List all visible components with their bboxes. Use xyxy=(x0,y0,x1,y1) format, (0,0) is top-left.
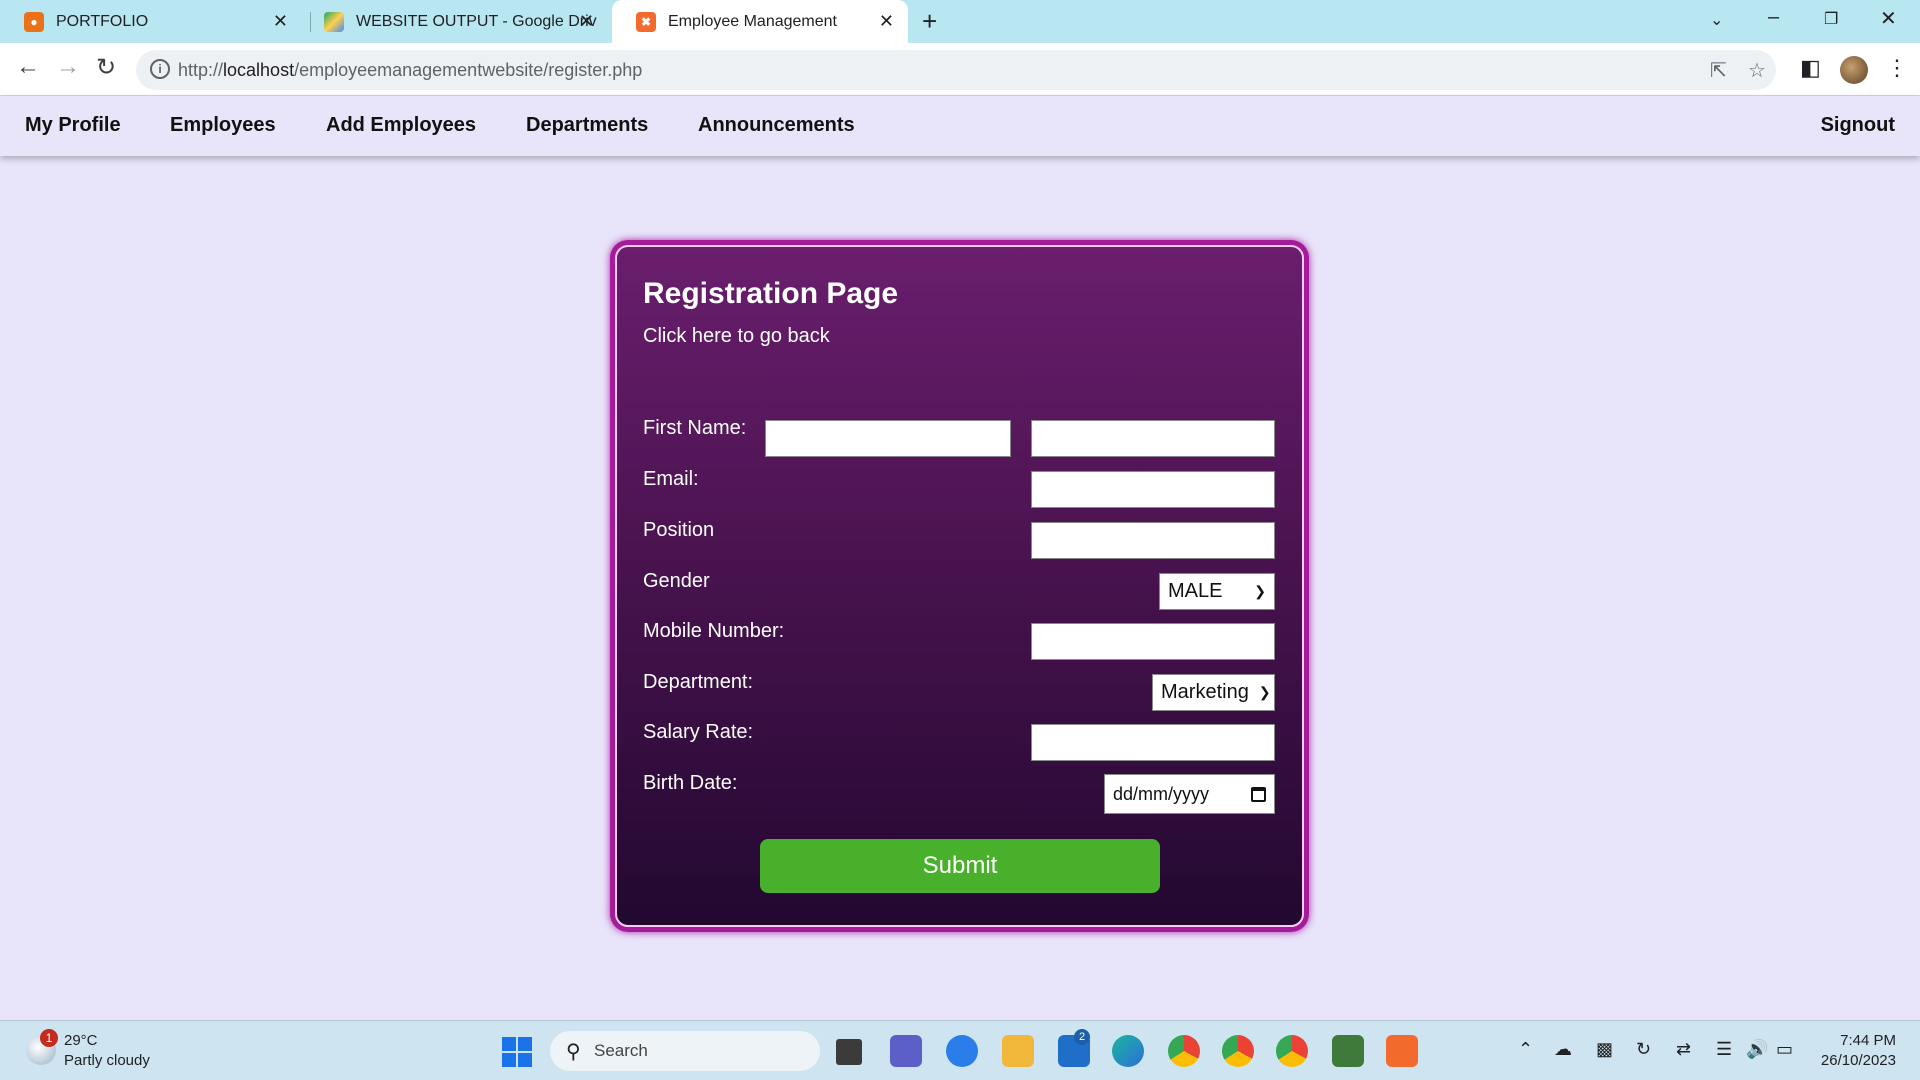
site-info-icon[interactable]: i xyxy=(150,59,170,79)
battery-icon[interactable]: ▭ xyxy=(1776,1039,1793,1060)
chrome-profile-2-icon[interactable] xyxy=(1222,1035,1254,1067)
close-tab-icon[interactable]: ✕ xyxy=(273,11,288,32)
nav-add-employees[interactable]: Add Employees xyxy=(326,114,476,137)
xampp-favicon-icon: ✖ xyxy=(636,11,656,32)
minimize-button[interactable]: – xyxy=(1768,6,1779,29)
chrome-profile-1-icon[interactable] xyxy=(1168,1035,1200,1067)
forward-button[interactable]: → xyxy=(56,53,80,81)
tab-title: WEBSITE OUTPUT - Google Driv xyxy=(356,12,597,30)
gender-selected-value: MALE xyxy=(1168,580,1223,602)
profile-avatar[interactable] xyxy=(1840,56,1868,84)
share-icon[interactable]: ⇱ xyxy=(1710,58,1727,83)
email-label: Email: xyxy=(643,468,699,490)
side-panel-icon[interactable]: ◧ xyxy=(1800,55,1821,81)
birth-date-placeholder: dd/mm/yyyy xyxy=(1113,783,1210,804)
birth-date-label: Birth Date: xyxy=(643,772,738,794)
browser-menu-icon[interactable]: ⋮ xyxy=(1886,55,1908,81)
registration-card-body: Registration Page Click here to go back … xyxy=(615,245,1304,927)
tab-title: Employee Management xyxy=(668,12,837,30)
reload-button[interactable]: ↻ xyxy=(96,53,116,82)
clock-time[interactable]: 7:44 PM xyxy=(1840,1032,1896,1049)
chat-icon[interactable] xyxy=(946,1035,978,1067)
search-icon: ⚲ xyxy=(566,1041,581,1063)
salary-rate-input[interactable] xyxy=(1031,724,1275,761)
salary-rate-label: Salary Rate: xyxy=(643,721,754,743)
gender-label: Gender xyxy=(643,570,710,592)
nav-departments[interactable]: Departments xyxy=(526,114,648,137)
weather-description[interactable]: Partly cloudy xyxy=(64,1052,150,1069)
nav-signout[interactable]: Signout xyxy=(1821,114,1895,137)
xampp-icon[interactable] xyxy=(1386,1035,1418,1067)
birth-date-input[interactable]: dd/mm/yyyy xyxy=(1104,774,1275,814)
chevron-down-icon: ❯ xyxy=(1254,583,1266,599)
tab-search-chevron-icon[interactable]: ⌄ xyxy=(1710,10,1723,30)
mobile-number-input[interactable] xyxy=(1031,623,1275,660)
nav-my-profile[interactable]: My Profile xyxy=(25,114,121,137)
tab-portfolio[interactable]: ● PORTFOLIO ✕ xyxy=(0,0,302,43)
email-input[interactable] xyxy=(1031,471,1275,508)
onedrive-cloud-icon[interactable]: ☁ xyxy=(1554,1039,1572,1060)
weather-temperature[interactable]: 29°C xyxy=(64,1032,98,1049)
browser-toolbar: ← → ↻ i http://localhost/employeemanagem… xyxy=(0,43,1920,96)
position-input[interactable] xyxy=(1031,522,1275,559)
windows-taskbar: 1 29°C Partly cloudy ⚲ Search 2 ⌃ ☁ ▩ ↻ … xyxy=(0,1020,1920,1080)
teams-meet-icon[interactable] xyxy=(890,1035,922,1067)
chrome-icon[interactable] xyxy=(1276,1035,1308,1067)
tab-title: PORTFOLIO xyxy=(56,12,149,30)
back-link[interactable]: Click here to go back xyxy=(643,325,830,348)
start-button-icon[interactable] xyxy=(502,1037,532,1067)
mail-badge: 2 xyxy=(1074,1029,1090,1045)
settings-sliders-icon[interactable]: ⇄ xyxy=(1676,1039,1691,1060)
bookmark-star-icon[interactable]: ☆ xyxy=(1748,58,1766,83)
calendar-icon[interactable] xyxy=(1251,786,1266,802)
site-navbar: My Profile Employees Add Employees Depar… xyxy=(0,96,1920,156)
edge-icon[interactable] xyxy=(1112,1035,1144,1067)
nav-employees[interactable]: Employees xyxy=(170,114,276,137)
gender-select[interactable]: MALE ❯ xyxy=(1159,573,1275,610)
taskbar-search[interactable]: ⚲ Search xyxy=(550,1031,820,1071)
back-button[interactable]: ← xyxy=(16,53,40,81)
department-selected-value: Marketing xyxy=(1161,681,1249,703)
chevron-down-icon: ❯ xyxy=(1258,684,1271,700)
show-hidden-icons-chevron-icon[interactable]: ⌃ xyxy=(1518,1039,1533,1060)
first-name-label: First Name: xyxy=(643,417,747,439)
task-view-icon[interactable] xyxy=(836,1039,862,1065)
position-label: Position xyxy=(643,519,715,541)
file-explorer-icon[interactable] xyxy=(1002,1035,1034,1067)
tab-google-drive[interactable]: WEBSITE OUTPUT - Google Driv ✕ xyxy=(300,0,608,43)
tray-app-icon[interactable]: ▩ xyxy=(1596,1039,1613,1060)
browser-tab-strip: ● PORTFOLIO ✕ WEBSITE OUTPUT - Google Dr… xyxy=(0,0,1920,43)
tab-employee-management[interactable]: ✖ Employee Management ✕ xyxy=(612,0,908,43)
registration-card: Registration Page Click here to go back … xyxy=(610,240,1309,932)
google-drive-icon xyxy=(324,11,344,32)
clock-date[interactable]: 26/10/2023 xyxy=(1821,1052,1896,1069)
search-label: Search xyxy=(594,1041,648,1060)
sync-icon[interactable]: ↻ xyxy=(1636,1039,1651,1060)
first-name-input[interactable] xyxy=(765,420,1011,457)
submit-button[interactable]: Submit xyxy=(760,839,1160,893)
restore-button[interactable]: ❐ xyxy=(1824,9,1838,29)
close-tab-icon[interactable]: ✕ xyxy=(879,11,894,32)
new-tab-button[interactable]: + xyxy=(922,6,937,37)
department-label: Department: xyxy=(643,671,754,693)
close-tab-icon[interactable]: ✕ xyxy=(579,11,594,32)
address-bar[interactable]: i http://localhost/employeemanagementweb… xyxy=(136,50,1776,90)
last-name-input[interactable] xyxy=(1031,420,1275,457)
url-text: http://localhost/employeemanagementwebsi… xyxy=(178,60,643,80)
weather-badge: 1 xyxy=(40,1029,58,1047)
department-select[interactable]: Marketing ❯ xyxy=(1152,674,1275,711)
close-window-button[interactable]: ✕ xyxy=(1880,6,1897,31)
wifi-icon[interactable]: ☰ xyxy=(1716,1039,1732,1060)
portfolio-favicon-icon: ● xyxy=(24,11,44,32)
page-title: Registration Page xyxy=(643,277,899,310)
nav-announcements[interactable]: Announcements xyxy=(698,114,855,137)
volume-icon[interactable]: 🔊 xyxy=(1746,1039,1768,1060)
app-icon[interactable] xyxy=(1332,1035,1364,1067)
mobile-number-label: Mobile Number: xyxy=(643,620,785,642)
